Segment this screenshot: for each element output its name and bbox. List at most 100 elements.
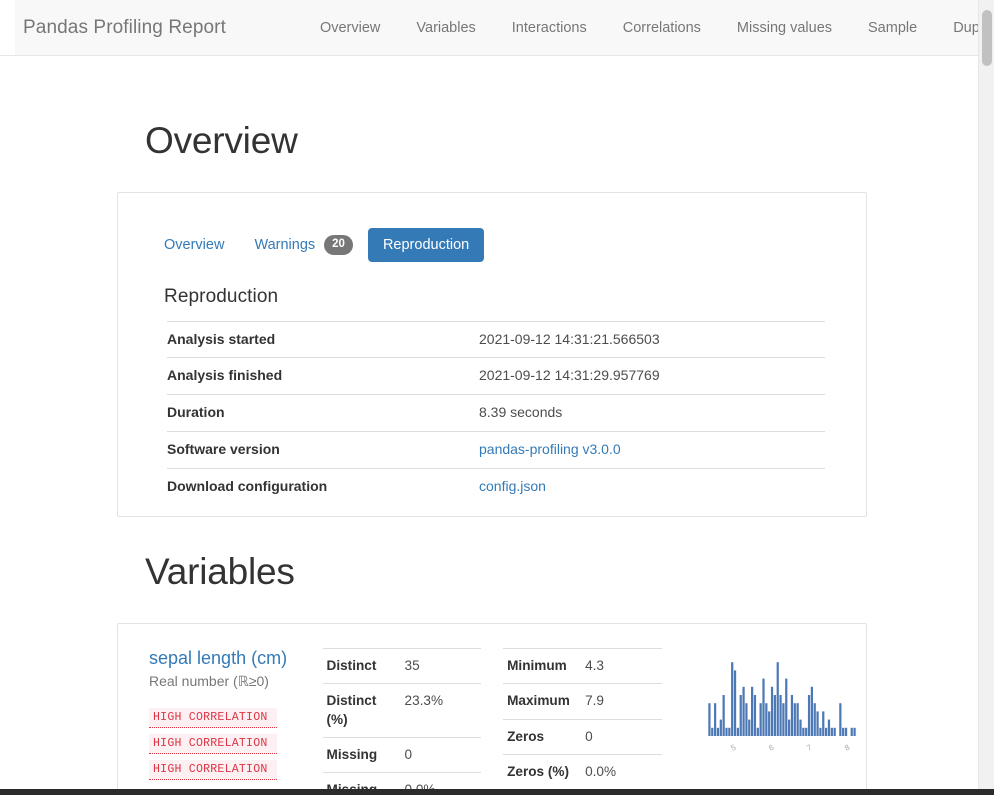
nav-link-interactions[interactable]: Interactions [494, 20, 605, 36]
histogram-bar [713, 703, 716, 736]
histogram-bar [747, 719, 751, 736]
histogram-bar [730, 662, 733, 736]
page-title-overview: Overview [145, 120, 298, 161]
histogram-bar [750, 686, 753, 736]
stat-key: Missing [326, 747, 378, 763]
row-value: pandas-profiling v3.0.0 [479, 432, 825, 469]
histogram-bar [733, 670, 736, 736]
stat-key: Zeros (%) [507, 764, 570, 780]
histogram-bar [742, 686, 745, 736]
brand-title: Pandas Profiling Report [23, 16, 226, 38]
histogram-bar [807, 695, 810, 736]
overview-tabs: Overview Warnings 20 Reproduction [118, 193, 866, 265]
histogram-bar [799, 719, 802, 736]
row-value: 2021-09-12 14:31:29.957769 [479, 367, 660, 384]
tab-overview[interactable]: Overview [149, 228, 239, 263]
stat-value: 0.0% [585, 764, 617, 780]
software-version-link[interactable]: pandas-profiling v3.0.0 [479, 441, 621, 457]
histogram-bar [756, 727, 759, 736]
histogram-bar [827, 719, 830, 736]
stat-value: 35 [404, 658, 420, 673]
histogram-bar [844, 727, 847, 736]
table-row: Analysis started 2021-09-12 14:31:21.566… [167, 321, 825, 358]
stat-value: 0 [404, 747, 413, 763]
histogram-x-tick-label: 6 [767, 743, 776, 753]
histogram-bar [824, 727, 827, 736]
stat-key: Distinct [326, 658, 377, 673]
nav-link-duplicate-rows[interactable]: Duplicate rows [935, 20, 978, 36]
nav-link-sample[interactable]: Sample [850, 20, 935, 36]
vertical-scrollbar-thumb[interactable] [982, 10, 992, 66]
tab-warnings[interactable]: Warnings 20 [239, 225, 368, 265]
table-row: Download configuration config.json [167, 468, 825, 505]
table-row: Minimum 4.3 [503, 648, 662, 684]
vertical-scrollbar-track[interactable] [978, 0, 994, 789]
table-row: Analysis finished 2021-09-12 14:31:29.95… [167, 357, 825, 395]
histogram-bar [804, 727, 807, 736]
download-config-link[interactable]: config.json [479, 478, 546, 494]
nav-link-missing-values[interactable]: Missing values [719, 20, 850, 36]
histogram-bar [801, 727, 805, 736]
histogram-bar [773, 695, 776, 736]
histogram-bar [821, 711, 825, 736]
histogram-bar [776, 662, 779, 736]
nav-link-overview[interactable]: Overview [302, 20, 398, 36]
variable-stats-left: Distinct 35 Distinct (%) 23.3% Missing 0 [322, 648, 482, 789]
variable-type-label: Real number (ℝ≥0) [149, 672, 269, 689]
histogram-bar [790, 695, 793, 736]
row-value: config.json [479, 469, 825, 505]
histogram-bar [784, 678, 788, 736]
variables-card: sepal length (cm) Real number (ℝ≥0) HIGH… [117, 623, 867, 789]
variable-stats-right: Minimum 4.3 Maximum 7.9 Zeros 0 Zeros (%… [503, 648, 662, 789]
histogram-bar [707, 703, 711, 736]
histogram-bar [736, 727, 739, 736]
histogram-bar [753, 695, 756, 736]
tab-overview-label: Overview [164, 236, 225, 253]
row-key: Analysis finished [167, 367, 283, 384]
table-row: Duration 8.39 seconds [167, 394, 825, 432]
alert-high-correlation[interactable]: HIGH CORRELATION [149, 707, 277, 728]
stat-key: Distinct (%) [326, 693, 377, 727]
histogram-x-tick-label: 7 [805, 743, 814, 753]
row-value: 2021-09-12 14:31:21.566503 [479, 330, 660, 347]
tab-reproduction-label: Reproduction [382, 236, 470, 253]
row-key: Analysis started [167, 330, 276, 347]
tab-reproduction[interactable]: Reproduction [367, 227, 485, 262]
stat-value: 23.3% [404, 693, 444, 709]
histogram-bar [781, 703, 785, 736]
row-key: Duration [167, 404, 225, 421]
histogram-bar [841, 727, 844, 736]
histogram-bar [853, 727, 856, 736]
histogram-bar [838, 703, 842, 736]
stat-key: Zeros [507, 728, 545, 744]
table-row: Distinct (%) 23.3% [322, 683, 482, 738]
histogram-bar [787, 719, 790, 736]
alert-high-correlation[interactable]: HIGH CORRELATION [149, 733, 277, 754]
histogram-bar [716, 727, 719, 736]
histogram-bar [725, 727, 728, 736]
alert-high-correlation[interactable]: HIGH CORRELATION [149, 759, 277, 780]
variable-row-sepal-length: sepal length (cm) Real number (ℝ≥0) HIGH… [118, 624, 866, 789]
nav-link-variables[interactable]: Variables [398, 20, 493, 36]
histogram-bar [727, 727, 731, 736]
histogram-bar [813, 703, 816, 736]
table-row: Missing (%) 0.0% [322, 772, 482, 789]
horizontal-scrollbar-track[interactable] [0, 789, 994, 795]
table-row: Maximum 7.9 [503, 683, 662, 719]
histogram-bar [793, 703, 796, 736]
stat-value: 0.0% [401, 773, 482, 789]
navbar-links: Overview Variables Interactions Correlat… [302, 20, 978, 36]
variable-identity: sepal length (cm) Real number (ℝ≥0) HIGH… [118, 648, 309, 789]
nav-link-correlations[interactable]: Correlations [605, 20, 719, 36]
navbar: Pandas Profiling Report Overview Variabl… [0, 0, 978, 56]
histogram-x-tick-label: 8 [843, 743, 852, 753]
variable-name-link[interactable]: sepal length (cm) [149, 648, 309, 670]
histogram-bar [833, 727, 836, 736]
histogram-chart: 5 6 7 8 [707, 662, 856, 753]
stat-value: 7.9 [585, 693, 604, 709]
histogram-bar [710, 727, 714, 736]
scroll-viewport: Pandas Profiling Report Overview Variabl… [0, 0, 978, 789]
table-row: Software version pandas-profiling v3.0.0 [167, 431, 825, 469]
table-row: Distinct 35 [322, 648, 482, 684]
reproduction-table: Analysis started 2021-09-12 14:31:21.566… [167, 321, 825, 505]
